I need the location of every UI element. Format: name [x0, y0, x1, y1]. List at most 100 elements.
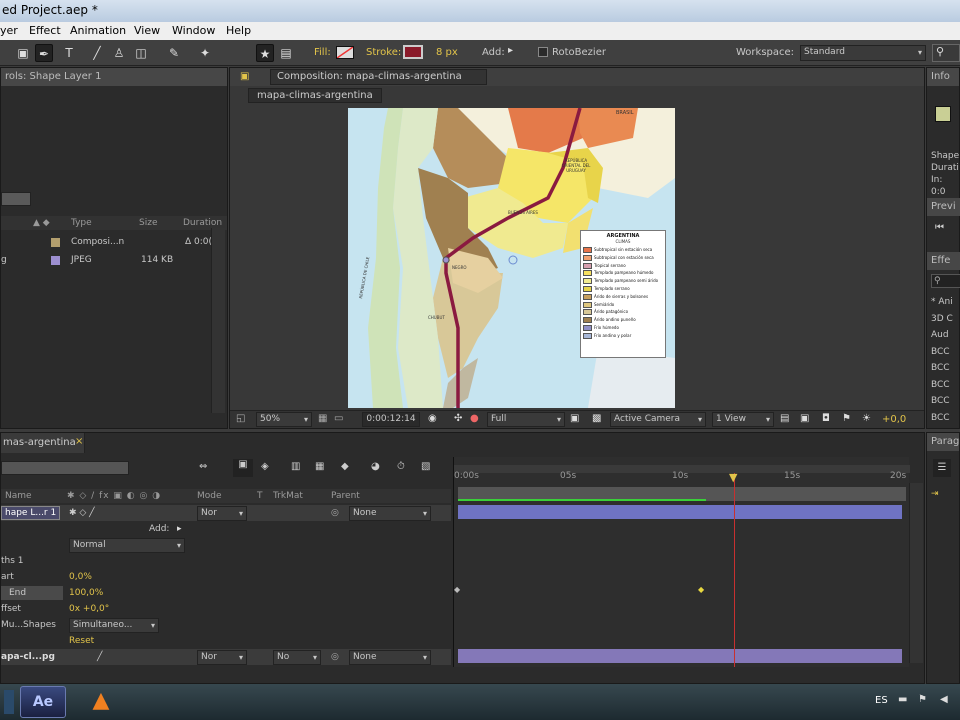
effects-search-icon[interactable]: ⚲ — [931, 274, 960, 288]
layer-parent-select[interactable]: None — [349, 650, 431, 665]
frame-blending-icon[interactable]: ▥ — [291, 461, 300, 472]
comp-mini-flowchart-icon[interactable]: ⇔ — [199, 461, 207, 472]
stroke-width-value[interactable]: 8 px — [436, 47, 458, 58]
menu-layer[interactable]: yer — [0, 24, 18, 37]
stopwatch-icon[interactable]: ⏱ — [397, 461, 405, 472]
layer-mode-select[interactable]: Nor — [197, 506, 247, 521]
effects-item[interactable]: BCC — [931, 377, 953, 394]
time-ruler[interactable]: 0:00s 05s 10s 15s 20s — [454, 469, 910, 483]
paragraph-tab[interactable]: Parag — [927, 433, 959, 451]
clone-stamp-icon[interactable]: ♙ — [110, 44, 128, 62]
col-t[interactable]: T — [257, 489, 263, 503]
layer-switches-icon[interactable]: ╱ — [97, 649, 102, 665]
add-button-icon[interactable]: ▸ — [177, 521, 182, 537]
search-help-icon[interactable]: ⚲ — [932, 44, 960, 62]
language-indicator[interactable]: ES — [875, 695, 888, 706]
current-time[interactable]: 0:00:12:14 — [362, 412, 420, 427]
offset-value[interactable]: 0x +0,0° — [69, 601, 109, 617]
timeline-icon[interactable]: ◘ — [822, 413, 830, 424]
info-tab[interactable]: Info — [927, 68, 959, 86]
keyframe-end[interactable]: ◆ — [698, 585, 704, 594]
star-tool-icon[interactable]: ★ — [256, 44, 274, 62]
brainstorm-icon[interactable]: ◆ — [341, 461, 349, 472]
layer-switches-icon[interactable]: ✱ ◇ ╱ — [69, 505, 95, 521]
menu-help[interactable]: Help — [226, 24, 251, 37]
region-icon[interactable]: ▣ — [570, 413, 579, 424]
layer-parent-select[interactable]: None — [349, 506, 431, 521]
align-left-icon[interactable]: ☰ — [933, 459, 951, 477]
rotobezier-checkbox[interactable] — [538, 47, 548, 57]
timeline-graph[interactable]: 0:00s 05s 10s 15s 20s ◆ ◆ ▼ — [453, 457, 910, 667]
draft-3d-icon[interactable]: ▣ — [233, 459, 253, 477]
after-effects-taskbar-icon[interactable]: Ae — [20, 686, 66, 718]
exposure-value[interactable]: +0,0 — [882, 414, 906, 425]
switches-icon[interactable]: ✱ ◇ / fx ▣ ◐ ◎ ◑ — [67, 489, 161, 503]
preview-tab[interactable]: Previ — [927, 198, 960, 216]
first-frame-icon[interactable]: ⏮ — [935, 222, 944, 233]
fill-swatch[interactable] — [336, 46, 354, 59]
magnification-select[interactable]: 50% — [256, 412, 312, 427]
col-size[interactable]: Size — [139, 216, 157, 230]
map-image[interactable]: BRASIL REPÚBLICA ORIENTAL DEL URUGUAY BU… — [348, 108, 675, 408]
always-preview-icon[interactable]: ◱ — [236, 413, 245, 424]
camera-select[interactable]: Active Camera — [610, 412, 706, 427]
channel-icon[interactable]: ✣ — [454, 413, 462, 424]
brush-tool-icon[interactable]: ╱ — [88, 44, 106, 62]
transparency-grid-icon[interactable]: ▩ — [592, 413, 601, 424]
effects-item[interactable]: BCC — [931, 393, 953, 410]
grid-icon[interactable]: ▦ — [318, 413, 327, 424]
layer-mode-select[interactable]: Nor — [197, 650, 247, 665]
pickwhip-icon[interactable]: ◎ — [331, 649, 339, 665]
graph-editor-icon[interactable]: ◕ — [371, 461, 380, 472]
stroke-swatch[interactable] — [403, 45, 423, 59]
layer-name[interactable]: hape L...r 1 — [1, 506, 61, 520]
effects-item[interactable]: 3D C — [931, 311, 953, 328]
hide-shy-icon[interactable]: ◈ — [261, 461, 269, 472]
composition-tab[interactable]: Composition: mapa-climas-argentina — [270, 69, 487, 85]
menu-view[interactable]: View — [134, 24, 160, 37]
eraser-tool-icon[interactable]: ◫ — [132, 44, 150, 62]
volume-icon[interactable]: ◀ — [940, 694, 948, 705]
start-button[interactable] — [4, 690, 14, 714]
vlc-taskbar-icon[interactable]: ▲ — [76, 686, 126, 718]
color-channel-icon[interactable]: ● — [470, 413, 479, 424]
effects-item[interactable]: Aud — [931, 327, 953, 344]
sort-icon[interactable]: ▲ ◆ — [33, 216, 50, 230]
fast-preview-icon[interactable]: ▣ — [800, 413, 809, 424]
col-name[interactable]: Name — [5, 489, 32, 503]
text-tool-icon[interactable]: T — [60, 44, 78, 62]
layer-trkmat-select[interactable]: No — [273, 650, 321, 665]
timeline-search-input[interactable] — [1, 461, 129, 475]
menu-window[interactable]: Window — [172, 24, 215, 37]
playhead-line[interactable] — [734, 473, 735, 667]
effects-item[interactable]: * Ani — [931, 294, 953, 311]
blend-mode-select[interactable]: Normal — [69, 538, 185, 553]
indent-icon[interactable]: ⇥ — [931, 489, 939, 499]
puppet-pin-icon[interactable]: ✦ — [196, 44, 214, 62]
layer-row-image[interactable]: apa-cl...pg ╱ Nor No ◎ None — [1, 649, 451, 665]
flowchart-icon[interactable]: ⚑ — [842, 413, 851, 424]
pen-tool-icon[interactable]: ✒ — [35, 44, 53, 62]
col-trkmat[interactable]: TrkMat — [273, 489, 303, 503]
shape-option-icon[interactable]: ▤ — [277, 44, 295, 62]
camera-tool-icon[interactable]: ▣ — [14, 44, 32, 62]
comp-breadcrumb[interactable]: mapa-climas-argentina — [248, 88, 382, 103]
shape-layer-bar[interactable] — [458, 505, 902, 519]
toggle-pixel-icon[interactable]: ▤ — [780, 413, 789, 424]
menu-effect[interactable]: Effect — [29, 24, 61, 37]
effects-item[interactable]: BCC — [931, 344, 953, 361]
reset-link[interactable]: Reset — [69, 633, 94, 649]
view-layout-select[interactable]: 1 View — [712, 412, 774, 427]
keyframe-start[interactable]: ◆ — [454, 585, 460, 594]
layer-name[interactable]: apa-cl...pg — [1, 649, 55, 665]
project-item-jpeg[interactable]: g JPEG 114 KB — [1, 252, 211, 268]
roto-brush-icon[interactable]: ✎ — [165, 44, 183, 62]
image-layer-bar[interactable] — [458, 649, 902, 663]
graph-toggle-icon[interactable]: ▧ — [421, 461, 430, 472]
col-parent[interactable]: Parent — [331, 489, 360, 503]
timeline-scrollbar[interactable] — [909, 483, 923, 663]
end-value[interactable]: 100,0% — [69, 585, 103, 601]
effects-item[interactable]: BCC — [931, 360, 953, 377]
pickwhip-icon[interactable]: ◎ — [331, 505, 339, 521]
resolution-select[interactable]: Full — [487, 412, 565, 427]
